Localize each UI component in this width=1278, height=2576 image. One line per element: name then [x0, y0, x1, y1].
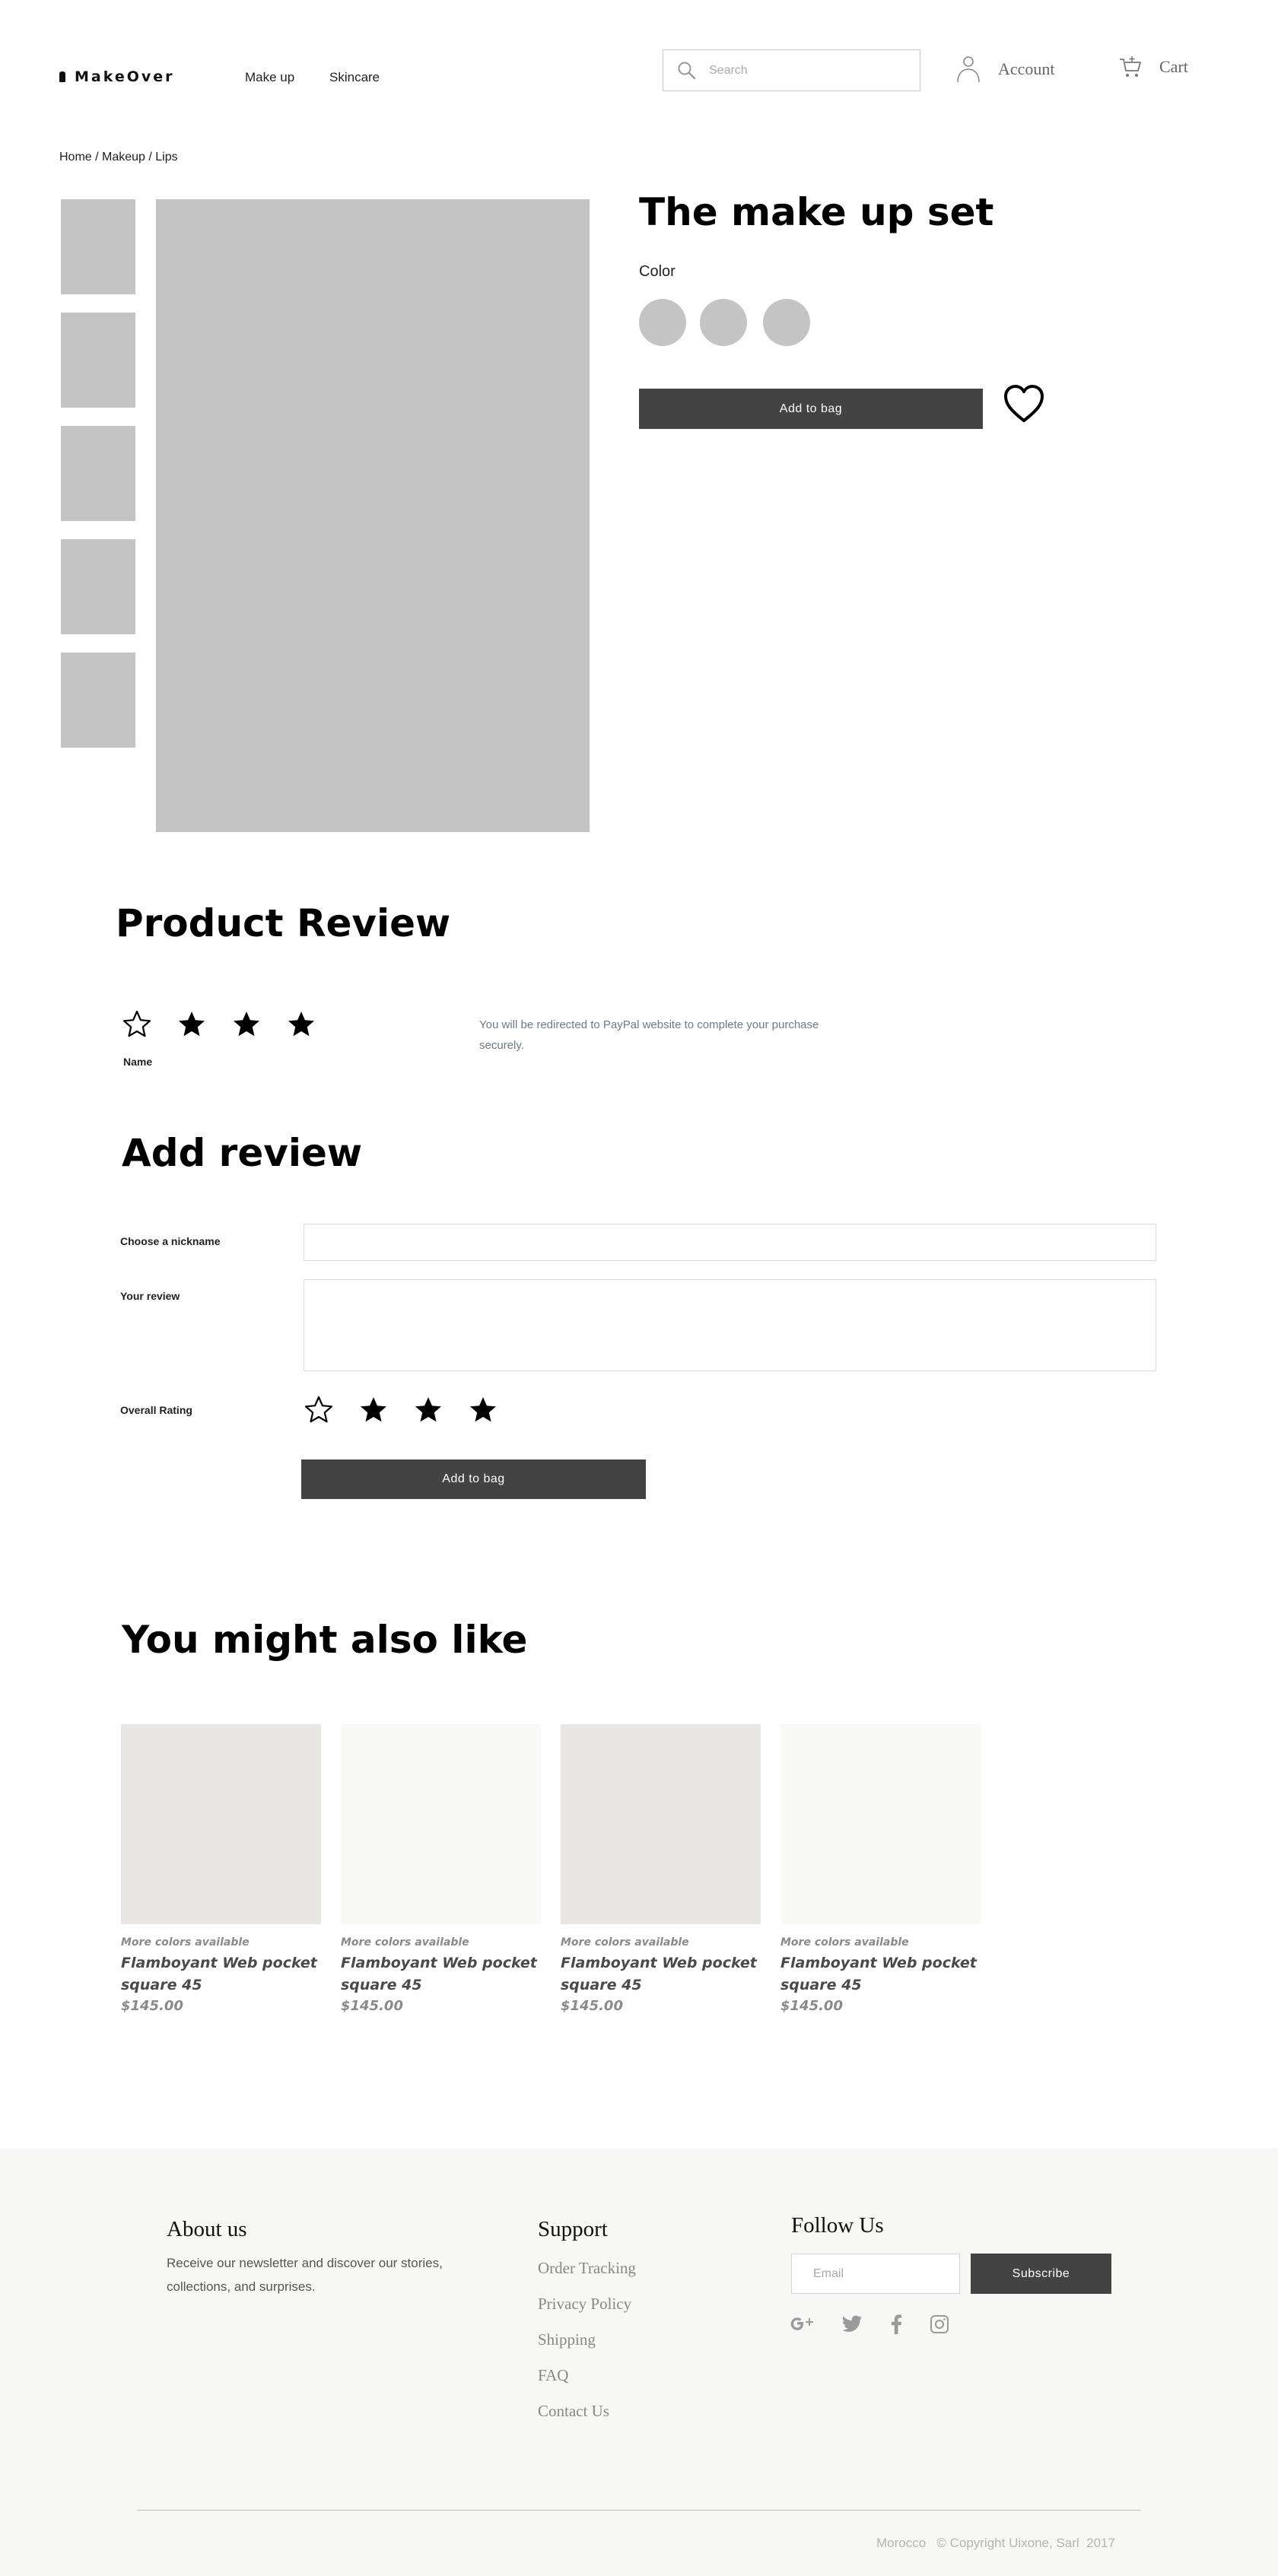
cart-label: Cart — [1159, 57, 1188, 76]
nav-link-skincare[interactable]: Skincare — [329, 70, 380, 85]
product-card-price: $145.00 — [121, 1998, 183, 2014]
footer — [0, 2149, 1278, 2576]
email-input[interactable] — [791, 2254, 960, 2294]
footer-link-shipping[interactable]: Shipping — [538, 2330, 636, 2349]
cart-link[interactable]: Cart — [1118, 55, 1188, 79]
social-links — [790, 2314, 949, 2335]
star-filled-icon — [288, 1012, 314, 1037]
color-label: Color — [639, 263, 676, 280]
product-thumbnail[interactable] — [61, 199, 135, 294]
about-us-title: About us — [167, 2217, 247, 2241]
footer-link-order-tracking[interactable]: Order Tracking — [538, 2259, 636, 2278]
footer-link-contact-us[interactable]: Contact Us — [538, 2402, 636, 2421]
product-card-name[interactable]: Flamboyant Web pocket square 45 — [341, 1952, 541, 1996]
product-card-meta: More colors available — [561, 1936, 689, 1949]
product-card-image[interactable] — [561, 1724, 761, 1924]
product-thumbnail[interactable] — [61, 653, 135, 748]
product-card-image[interactable] — [121, 1724, 321, 1924]
account-link[interactable]: Account — [955, 55, 1055, 84]
recommendations-title: You might also like — [122, 1618, 528, 1662]
product-card-image[interactable] — [341, 1724, 541, 1924]
search-input[interactable] — [709, 63, 884, 78]
search-icon — [678, 62, 696, 79]
product-card-name[interactable]: Flamboyant Web pocket square 45 — [780, 1952, 981, 1996]
product-thumbnail[interactable] — [61, 426, 135, 521]
support-links: Order Tracking Privacy Policy Shipping F… — [538, 2259, 636, 2438]
user-icon — [957, 56, 980, 83]
google-plus-icon[interactable] — [790, 2314, 814, 2335]
review-text: You will be redirected to PayPal website… — [479, 1018, 819, 1052]
product-card-name[interactable]: Flamboyant Web pocket square 45 — [121, 1952, 321, 1996]
review-textarea[interactable] — [304, 1279, 1156, 1371]
product-card-meta: More colors available — [121, 1936, 250, 1949]
about-us-text: Receive our newsletter and discover our … — [167, 2256, 443, 2294]
facebook-icon[interactable] — [890, 2314, 902, 2335]
overall-rating-label: Overall Rating — [120, 1404, 192, 1416]
star-outline-icon[interactable] — [304, 1395, 334, 1425]
follow-us-title: Follow Us — [791, 2213, 884, 2238]
star-filled-icon[interactable] — [413, 1395, 443, 1425]
product-card-meta: More colors available — [780, 1936, 909, 1949]
twitter-icon[interactable] — [841, 2315, 863, 2333]
product-card-meta: More colors available — [341, 1936, 469, 1949]
product-card-name[interactable]: Flamboyant Web pocket square 45 — [561, 1952, 761, 1996]
star-filled-icon — [234, 1012, 259, 1037]
footer-link-privacy-policy[interactable]: Privacy Policy — [538, 2295, 636, 2314]
lipstick-icon — [59, 71, 65, 82]
color-swatch[interactable] — [763, 299, 810, 346]
cart-icon — [1120, 56, 1141, 77]
support-title: Support — [538, 2217, 608, 2241]
copyright-text: Morocco © Copyright Uixone, Sarl 2017 — [876, 2536, 1115, 2550]
color-swatch[interactable] — [700, 299, 747, 346]
search-box[interactable] — [663, 49, 920, 91]
product-card-price: $145.00 — [341, 1998, 403, 2014]
review-label: Your review — [120, 1290, 180, 1302]
product-card-image[interactable] — [780, 1724, 981, 1924]
nav-link-makeup[interactable]: Make up — [245, 70, 294, 85]
product-thumbnail[interactable] — [61, 313, 135, 408]
star-filled-icon[interactable] — [358, 1395, 389, 1425]
overall-rating-input[interactable] — [304, 1395, 517, 1427]
product-thumbnail[interactable] — [61, 539, 135, 634]
reviewer-name: Name — [123, 1056, 153, 1068]
account-label: Account — [998, 59, 1055, 78]
star-filled-icon — [179, 1012, 205, 1037]
nickname-label: Choose a nickname — [120, 1235, 221, 1247]
product-review-title: Product Review — [116, 901, 451, 945]
review-rating — [122, 1009, 335, 1041]
heart-icon[interactable] — [1003, 384, 1045, 424]
subscribe-button[interactable]: Subscribe — [971, 2254, 1111, 2294]
star-filled-icon[interactable] — [468, 1395, 498, 1425]
add-review-title: Add review — [122, 1131, 363, 1175]
color-swatch[interactable] — [639, 299, 686, 346]
product-card-price: $145.00 — [561, 1998, 623, 2014]
product-main-image — [156, 199, 590, 832]
product-card-price: $145.00 — [780, 1998, 843, 2014]
logo-text: MakeOver — [75, 68, 175, 85]
logo[interactable]: MakeOver — [59, 68, 175, 85]
add-to-bag-button[interactable]: Add to bag — [639, 389, 983, 429]
star-outline-icon — [122, 1010, 151, 1037]
breadcrumb[interactable]: Home / Makeup / Lips — [59, 151, 178, 164]
instagram-icon[interactable] — [930, 2314, 949, 2334]
nickname-input[interactable] — [304, 1224, 1156, 1261]
footer-link-faq[interactable]: FAQ — [538, 2366, 636, 2385]
submit-review-button[interactable]: Add to bag — [301, 1460, 646, 1499]
product-title: The make up set — [639, 190, 994, 234]
footer-divider — [137, 2510, 1141, 2511]
